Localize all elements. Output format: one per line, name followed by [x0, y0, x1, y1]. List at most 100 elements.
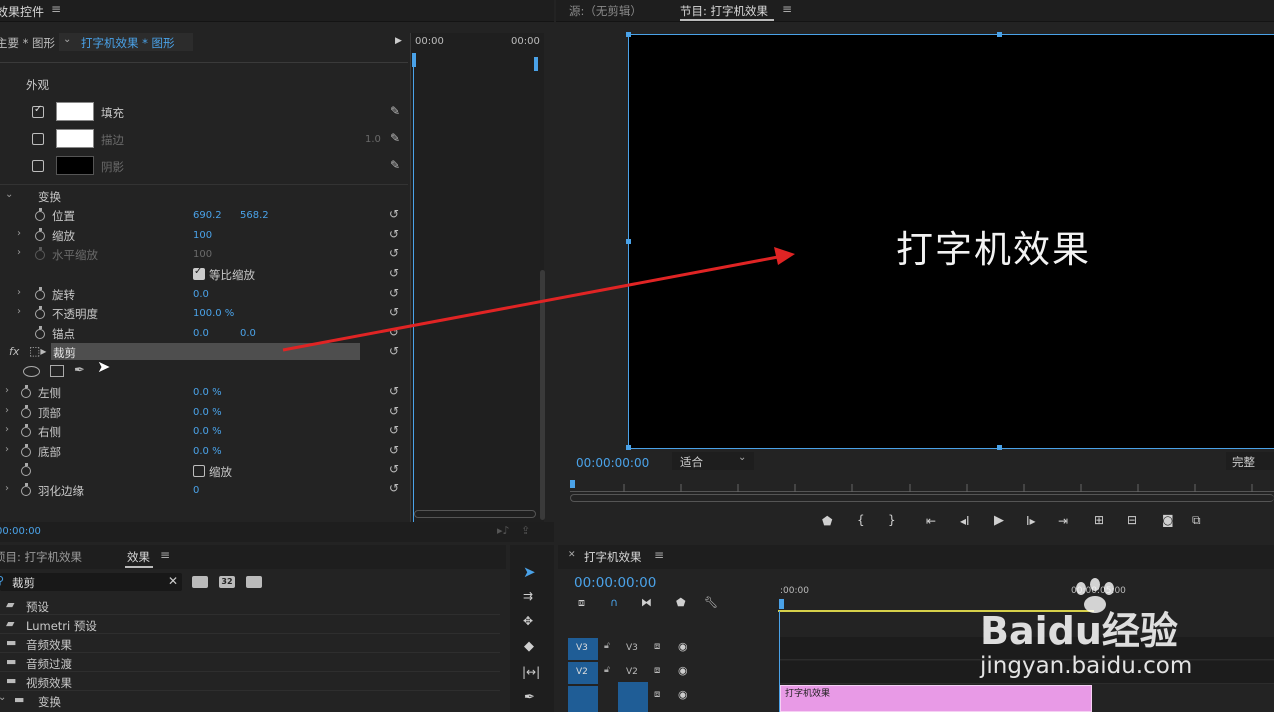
stopwatch-icon[interactable]	[35, 228, 45, 241]
panel-menu-icon[interactable]: ≡	[782, 2, 792, 16]
reset-icon[interactable]: ↺	[389, 444, 403, 456]
clip-dropdown[interactable]: ⌄ 打字机效果 * 图形	[59, 33, 193, 51]
stopwatch-icon[interactable]	[21, 405, 31, 418]
stopwatch-icon[interactable]	[35, 208, 45, 221]
list-item[interactable]: ▰ 预设	[0, 597, 500, 615]
eyedropper-icon[interactable]: ✎	[390, 158, 400, 172]
stopwatch-icon[interactable]	[21, 483, 31, 496]
list-item[interactable]: ▬ 音频效果	[0, 635, 500, 653]
search-input[interactable]: 裁剪	[12, 575, 35, 591]
lock-icon[interactable]: 🔓︎	[604, 665, 610, 675]
position-x-value[interactable]: 690.2	[193, 210, 222, 221]
panel-title[interactable]: 效果控件	[0, 3, 44, 20]
stopwatch-icon[interactable]	[35, 306, 45, 319]
stopwatch-icon[interactable]	[21, 463, 31, 476]
time-ruler[interactable]: :00:00 00:00:05:00	[778, 583, 1274, 612]
target-track-label[interactable]: V3	[626, 643, 638, 653]
list-item[interactable]: ▰ Lumetri 预设	[0, 616, 500, 634]
scale-value[interactable]: 100	[193, 230, 212, 241]
reset-icon[interactable]: ↺	[389, 267, 403, 279]
eyedropper-icon[interactable]: ✎	[390, 104, 400, 118]
lock-icon[interactable]: 🔓︎	[604, 641, 610, 651]
chevron-right-icon[interactable]: ›	[17, 228, 21, 239]
track-select-tool-icon[interactable]: ⇉	[523, 589, 533, 603]
top-value[interactable]: 0.0 %	[193, 407, 222, 418]
extract-icon[interactable]: ⊟	[1127, 513, 1137, 527]
zoom-checkbox[interactable]	[193, 465, 205, 477]
accelerated-filter-icon[interactable]	[192, 576, 208, 588]
clear-search-icon[interactable]: ✕	[168, 574, 178, 588]
pen-mask-icon[interactable]: ✒	[74, 363, 85, 378]
scrubber-playhead[interactable]	[570, 480, 575, 488]
fx-toggle[interactable]: fx	[9, 345, 19, 358]
stopwatch-icon[interactable]	[21, 424, 31, 437]
program-viewer[interactable]: 打字机效果	[626, 32, 1274, 450]
program-timecode[interactable]: 00:00:00:00	[576, 456, 649, 470]
opacity-value[interactable]: 100.0 %	[193, 308, 234, 319]
stroke-checkbox[interactable]	[32, 133, 44, 145]
fill-color-swatch[interactable]	[56, 102, 94, 121]
go-to-in-icon[interactable]: ⇤	[926, 514, 936, 528]
chevron-right-icon[interactable]: ›	[17, 287, 21, 298]
fit-dropdown[interactable]: 适合 ⌄	[672, 452, 754, 470]
source-clip-label[interactable]: 主要 * 图形	[0, 35, 55, 51]
reset-icon[interactable]: ↺	[389, 287, 403, 299]
go-to-out-icon[interactable]: ⇥	[1058, 514, 1068, 528]
track-lane-v3[interactable]	[780, 637, 1274, 660]
add-marker-icon[interactable]: ⬟	[676, 596, 686, 609]
reset-icon[interactable]: ↺	[389, 463, 403, 475]
list-item[interactable]: ▬ 视频效果	[0, 673, 500, 691]
linked-selection-icon[interactable]: ⧓	[641, 596, 652, 609]
track-lane-v2[interactable]	[780, 661, 1274, 684]
timeline-scroll[interactable]	[414, 510, 536, 518]
mark-in-icon[interactable]: {	[857, 513, 865, 527]
chevron-right-icon[interactable]: ›	[17, 306, 21, 317]
shadow-checkbox[interactable]	[32, 160, 44, 172]
timeline-timecode[interactable]: 00:00:00:00	[574, 575, 656, 591]
ruler-playhead[interactable]	[779, 599, 784, 609]
ripple-edit-tool-icon[interactable]: ✥	[523, 614, 533, 628]
eyedropper-icon[interactable]: ✎	[390, 131, 400, 145]
eye-icon[interactable]: ◉	[678, 688, 688, 701]
tab-source[interactable]: 源:（无剪辑）	[569, 3, 642, 19]
left-value[interactable]: 0.0 %	[193, 387, 222, 398]
compare-icon[interactable]: ⧉	[1192, 513, 1201, 528]
sync-lock-icon[interactable]: ⧈	[654, 641, 660, 652]
sync-lock-icon[interactable]: ⧈	[654, 689, 660, 700]
reset-icon[interactable]: ↺	[389, 482, 403, 494]
play-audio-icon[interactable]: ▶	[395, 36, 402, 46]
wrench-icon[interactable]: 🔧︎	[704, 596, 718, 609]
chevron-right-icon[interactable]: ›	[5, 405, 9, 416]
effects-search-box[interactable]: ⚲ 裁剪 ✕	[0, 573, 182, 591]
camera-icon[interactable]: ◙	[1162, 513, 1174, 527]
right-value[interactable]: 0.0 %	[193, 426, 222, 437]
bounding-handle[interactable]	[997, 32, 1002, 37]
anchor-x-value[interactable]: 0.0	[193, 328, 209, 339]
stroke-color-swatch[interactable]	[56, 129, 94, 148]
source-patch[interactable]	[568, 686, 598, 712]
mark-out-icon[interactable]: }	[888, 513, 896, 527]
snap-icon[interactable]: ∩	[610, 596, 618, 609]
panel-menu-icon[interactable]: ≡	[654, 548, 664, 562]
stopwatch-icon[interactable]	[21, 444, 31, 457]
program-scrubber[interactable]	[570, 478, 1274, 492]
panel-menu-icon[interactable]: ≡	[160, 548, 170, 562]
eye-icon[interactable]: ◉	[678, 664, 688, 677]
fill-checkbox[interactable]: ✓	[32, 104, 44, 118]
title-text[interactable]: 打字机效果	[896, 219, 1091, 273]
bounding-handle[interactable]	[626, 32, 631, 37]
work-area-bar[interactable]	[778, 610, 1094, 612]
step-back-icon[interactable]: ◂I	[960, 514, 970, 528]
play-icon[interactable]: ▶	[994, 513, 1004, 528]
list-item[interactable]: ⌄ ▬ 变换	[0, 692, 500, 710]
reset-icon[interactable]: ↺	[389, 385, 403, 397]
feather-value[interactable]: 0	[193, 485, 199, 496]
effect-timecode[interactable]: 00:00:00	[0, 526, 41, 537]
yuv-filter-icon[interactable]	[246, 576, 262, 588]
step-forward-icon[interactable]: I▸	[1026, 514, 1036, 528]
add-marker-icon[interactable]: ⬟	[822, 514, 832, 528]
position-y-value[interactable]: 568.2	[240, 210, 269, 221]
uniform-scale-checkbox[interactable]: ✓	[193, 266, 205, 280]
tab-sequence[interactable]: 打字机效果	[584, 549, 642, 565]
chevron-right-icon[interactable]: ›	[5, 483, 9, 494]
